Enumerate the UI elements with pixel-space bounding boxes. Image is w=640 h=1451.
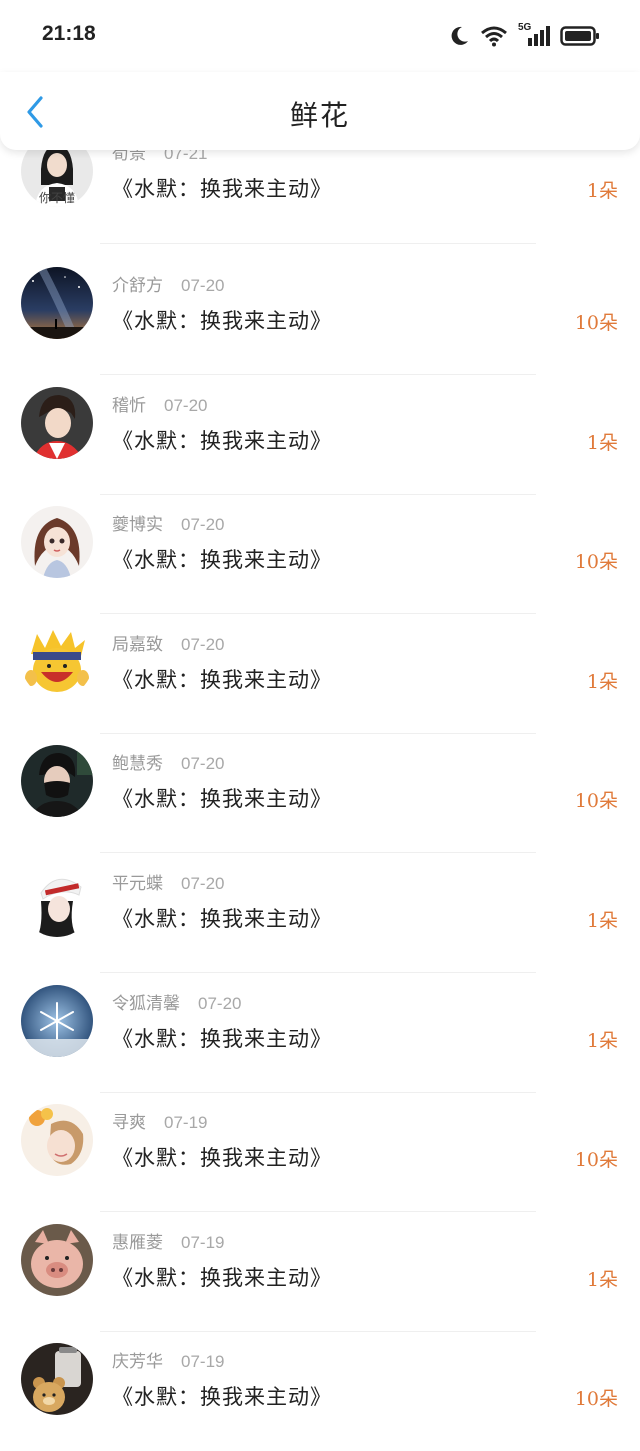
boy-avatar [21, 386, 93, 459]
list-item[interactable]: 寻爽 07-19 《水默：换我来主动》 10朵 [0, 1092, 640, 1213]
sender-line: 寻爽 07-19 [112, 1108, 207, 1133]
list-item[interactable]: 稽忻 07-20 《水默：换我来主动》 1朵 [0, 375, 640, 495]
avatar[interactable] [21, 1223, 93, 1296]
flower-girl-avatar [21, 1104, 93, 1177]
wifi-icon [481, 26, 507, 47]
pig-avatar [21, 1223, 93, 1296]
avatar[interactable] [21, 386, 93, 459]
teddy-bear-avatar [21, 1343, 93, 1416]
list-item[interactable]: 介舒方 07-20 《水默：换我来主动》 10朵 [0, 255, 640, 375]
sender-name: 庆芳华 [112, 1352, 163, 1373]
book-title[interactable]: 《水默：换我来主动》 [112, 664, 332, 694]
night-sky-avatar [21, 267, 93, 339]
sender-name: 鲍慧秀 [112, 754, 163, 775]
sender-line: 令狐清馨 07-20 [112, 989, 241, 1014]
gift-date: 07-20 [181, 276, 225, 295]
flower-count: 1朵 [586, 1029, 618, 1052]
gift-date: 07-19 [164, 1113, 208, 1133]
flower-count: 10朵 [574, 1149, 618, 1172]
gift-date: 07-19 [181, 1232, 225, 1252]
list-item[interactable]: 庆芳华 07-19 《水默：换我来主动》 10朵 [0, 1331, 640, 1451]
book-title[interactable]: 《水默：换我来主动》 [112, 1262, 332, 1292]
sender-line: 夔博实 07-20 [112, 510, 224, 535]
list-item[interactable]: 平元蝶 07-20 《水默：换我来主动》 1朵 [0, 853, 640, 973]
sender-name: 惠雁菱 [112, 1232, 163, 1253]
list-item[interactable]: 局嘉致 07-20 《水默：换我来主动》 1朵 [0, 614, 640, 734]
flower-count: 1朵 [586, 431, 618, 454]
sender-line: 鲍慧秀 07-20 [112, 749, 224, 774]
avatar[interactable] [21, 267, 93, 339]
sender-name: 局嘉致 [112, 634, 163, 655]
sender-name: 夔博实 [112, 515, 163, 536]
flower-count: 10朵 [574, 1388, 618, 1411]
avatar[interactable] [21, 984, 93, 1057]
avatar[interactable] [21, 1104, 93, 1177]
gift-date: 07-20 [181, 634, 225, 654]
flower-count: 1朵 [586, 1268, 618, 1291]
battery-icon [560, 26, 599, 46]
hat-girl-avatar [21, 865, 93, 937]
avatar[interactable] [21, 1343, 93, 1416]
flower-count: 10朵 [574, 551, 618, 574]
gift-date: 07-20 [198, 993, 242, 1013]
gift-date: 07-19 [181, 1352, 225, 1372]
book-title[interactable]: 《水默：换我来主动》 [112, 903, 332, 933]
divider [100, 243, 536, 244]
book-title[interactable]: 《水默：换我来主动》 [112, 1381, 332, 1411]
snowflake-avatar [21, 984, 93, 1057]
book-title[interactable]: 《水默：换我来主动》 [112, 1142, 332, 1172]
sender-line: 平元蝶 07-20 [112, 869, 224, 894]
gift-date: 07-20 [164, 395, 208, 415]
sender-line: 介舒方 07-20 [112, 271, 224, 296]
page-title: 鲜花 [289, 99, 350, 132]
sender-name: 寻爽 [112, 1113, 146, 1134]
masked-boy-avatar [21, 745, 93, 818]
list-item[interactable]: 鲍慧秀 07-20 《水默：换我来主动》 10朵 [0, 733, 640, 854]
status-icons: 5G [448, 22, 600, 50]
avatar[interactable] [21, 865, 93, 937]
book-title[interactable]: 《水默：换我来主动》 [112, 305, 332, 335]
status-bar: 21:18 5G [0, 0, 640, 72]
list-item[interactable]: 你不懂 荀景 07-21 《水默：换我来主动》 1朵 [0, 135, 640, 255]
avatar[interactable] [21, 745, 93, 818]
flower-count: 10朵 [574, 790, 618, 813]
gift-date: 07-20 [181, 874, 225, 893]
moon-icon [451, 26, 468, 45]
signal-icon: 5G [518, 22, 550, 48]
book-title[interactable]: 《水默：换我来主动》 [112, 1023, 332, 1053]
gift-date: 07-20 [181, 515, 225, 535]
sender-line: 局嘉致 07-20 [112, 630, 224, 655]
sender-line: 稽忻 07-20 [112, 391, 207, 416]
nav-bar: 鲜花 [0, 72, 640, 150]
status-time: 21:18 [42, 22, 96, 45]
flower-count: 1朵 [586, 180, 618, 202]
sender-name: 令狐清馨 [112, 993, 180, 1014]
anime-girl-avatar [21, 506, 93, 579]
flower-count: 1朵 [586, 670, 618, 693]
avatar-caption: 你不懂 [39, 191, 75, 205]
sender-name: 介舒方 [112, 276, 163, 296]
list-item[interactable]: 令狐清馨 07-20 《水默：换我来主动》 1朵 [0, 973, 640, 1093]
gift-date: 07-20 [181, 754, 225, 774]
sender-line: 庆芳华 07-19 [112, 1347, 224, 1372]
flower-count: 1朵 [586, 910, 618, 932]
avatar[interactable] [21, 506, 93, 579]
list-item[interactable]: 惠雁菱 07-19 《水默：换我来主动》 1朵 [0, 1212, 640, 1332]
book-title[interactable]: 《水默：换我来主动》 [112, 544, 332, 574]
book-title[interactable]: 《水默：换我来主动》 [112, 173, 332, 203]
flower-count: 10朵 [574, 312, 618, 334]
sender-line: 惠雁菱 07-19 [112, 1228, 224, 1253]
cartoon-avatar [21, 625, 93, 698]
avatar[interactable] [21, 625, 93, 698]
book-title[interactable]: 《水默：换我来主动》 [112, 425, 332, 455]
book-title[interactable]: 《水默：换我来主动》 [112, 783, 332, 813]
list-item[interactable]: 夔博实 07-20 《水默：换我来主动》 10朵 [0, 494, 640, 615]
sender-name: 稽忻 [112, 395, 146, 416]
sender-name: 平元蝶 [112, 874, 163, 894]
